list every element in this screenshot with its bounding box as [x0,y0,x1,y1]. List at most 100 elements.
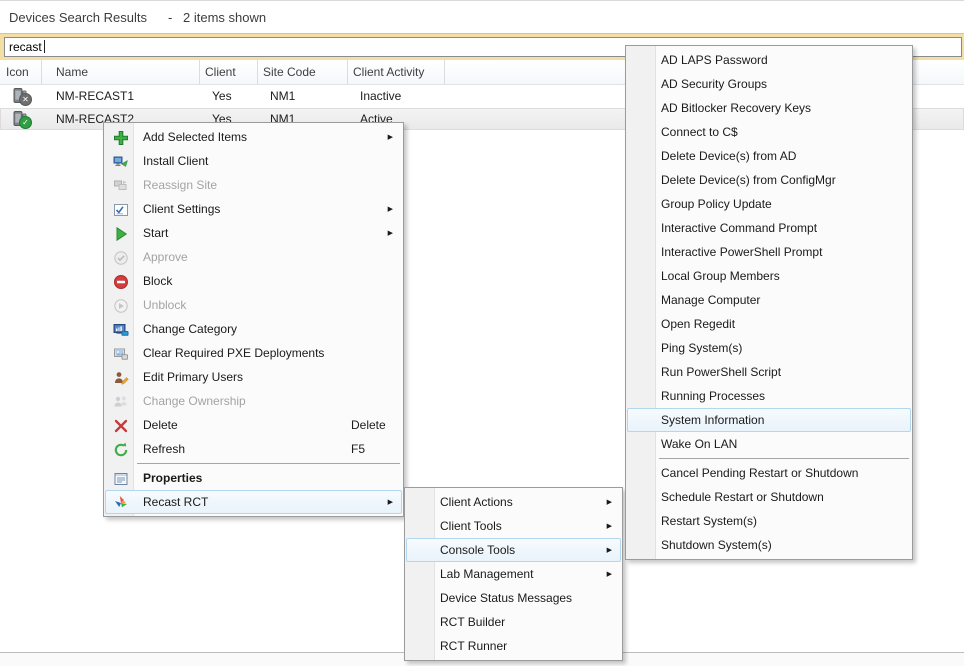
cell-site-code: NM1 [258,85,348,107]
menu-item-console-tools[interactable]: Console Tools▶ [406,538,621,562]
menu-item-label: Device Status Messages [440,591,572,605]
recast-rct-submenu: Client Actions▶Client Tools▶Console Tool… [404,487,623,661]
menu-item-block[interactable]: Block [105,269,402,293]
menu-item-label: AD LAPS Password [661,53,768,67]
column-header-name[interactable]: Name [42,60,200,84]
column-header-client-activity[interactable]: Client Activity [348,60,445,84]
submenu-arrow-icon: ▶ [388,498,393,506]
menu-item-label: Delete [143,418,178,432]
menu-item-schedule-restart-or-shutdown[interactable]: Schedule Restart or Shutdown [627,485,911,509]
menu-item-delete[interactable]: Delete Delete [105,413,402,437]
column-header-client[interactable]: Client [200,60,258,84]
change-ownership-icon [113,394,129,410]
device-active-icon: ✓ [11,110,31,128]
menu-item-label: Client Actions [440,495,513,509]
menu-item-add-selected-items[interactable]: Add Selected Items ▶ [105,125,402,149]
cell-name: NM-RECAST1 [42,85,200,107]
menu-item-manage-computer[interactable]: Manage Computer [627,288,911,312]
menu-item-open-regedit[interactable]: Open Regedit [627,312,911,336]
menu-item-edit-primary-users[interactable]: Edit Primary Users [105,365,402,389]
console-tools-submenu: AD LAPS Password AD Security GroupsAD Bit… [625,45,913,560]
menu-item-rct-runner[interactable]: RCT Runner [406,634,621,658]
menu-item-device-status-messages[interactable]: Device Status Messages [406,586,621,610]
menu-item-label: RCT Runner [440,639,507,653]
reassign-site-icon [113,178,129,194]
menu-item-rct-builder[interactable]: RCT Builder [406,610,621,634]
menu-item-restart-system-s[interactable]: Restart System(s) [627,509,911,533]
menu-item-change-category[interactable]: Change Category [105,317,402,341]
menu-item-label: Recast RCT [143,495,208,509]
menu-item-label: Unblock [143,298,186,312]
menu-item-system-information[interactable]: System Information [627,408,911,432]
menu-item-label: Client Settings [143,202,220,216]
menu-item-shutdown-system-s[interactable]: Shutdown System(s) [627,533,911,557]
submenu-arrow-icon: ▶ [607,570,612,578]
client-settings-icon [113,202,129,218]
menu-item-ad-laps-password[interactable]: AD LAPS Password [627,48,911,72]
menu-item-label: Local Group Members [661,269,780,283]
status-x-badge: ✕ [19,93,32,106]
menu-item-label: Manage Computer [661,293,760,307]
menu-item-lab-management[interactable]: Lab Management ▶ [406,562,621,586]
menu-item-shortcut: Delete [351,418,386,432]
menu-item-local-group-members[interactable]: Local Group Members [627,264,911,288]
menu-separator [137,463,400,464]
menu-item-label: Run PowerShell Script [661,365,781,379]
menu-item-label: Change Ownership [143,394,246,408]
menu-item-client-settings[interactable]: Client Settings ▶ [105,197,402,221]
menu-item-ad-bitlocker-recovery-keys[interactable]: AD Bitlocker Recovery Keys [627,96,911,120]
recast-rct-icon [113,495,129,511]
menu-item-delete-device-s-from-configmgr[interactable]: Delete Device(s) from ConfigMgr [627,168,911,192]
column-header-site-code[interactable]: Site Code [258,60,348,84]
menu-item-label: Schedule Restart or Shutdown [661,490,824,504]
menu-item-client-tools[interactable]: Client Tools▶ [406,514,621,538]
edit-primary-users-icon [113,370,129,386]
menu-item-label: Open Regedit [661,317,735,331]
menu-item-label: Properties [143,471,202,485]
menu-item-cancel-pending-restart-or-shutdown[interactable]: Cancel Pending Restart or Shutdown [627,461,911,485]
column-header-icon[interactable]: Icon [0,60,42,84]
text-caret [44,40,45,53]
menu-item-client-actions[interactable]: Client Actions▶ [406,490,621,514]
clear-pxe-icon [113,346,129,362]
title-separator: - [168,10,172,25]
menu-item-run-powershell-script[interactable]: Run PowerShell Script [627,360,911,384]
menu-item-label: Shutdown System(s) [661,538,772,552]
menu-item-group-policy-update[interactable]: Group Policy Update [627,192,911,216]
menu-item-label: Clear Required PXE Deployments [143,346,324,360]
submenu-arrow-icon: ▶ [388,205,393,213]
menu-item-properties[interactable]: Properties [105,466,402,490]
menu-item-reassign-site: Reassign Site [105,173,402,197]
menu-item-interactive-command-prompt[interactable]: Interactive Command Prompt [627,216,911,240]
submenu-arrow-icon: ▶ [607,546,612,554]
submenu-arrow-icon: ▶ [388,133,393,141]
menu-item-install-client[interactable]: Install Client [105,149,402,173]
menu-item-label: Edit Primary Users [143,370,243,384]
menu-item-ad-security-groups[interactable]: AD Security Groups [627,72,911,96]
menu-item-label: Approve [143,250,188,264]
menu-item-label: Delete Device(s) from ConfigMgr [661,173,836,187]
menu-item-label: Add Selected Items [143,130,247,144]
menu-item-delete-device-s-from-ad[interactable]: Delete Device(s) from AD [627,144,911,168]
menu-item-label: System Information [661,413,764,427]
menu-item-label: Ping System(s) [661,341,742,355]
start-icon [113,226,129,242]
menu-item-connect-to-c[interactable]: Connect to C$ [627,120,911,144]
menu-item-clear-required-pxe-deployments[interactable]: Clear Required PXE Deployments [105,341,402,365]
change-category-icon [113,322,129,338]
menu-item-start[interactable]: Start▶ [105,221,402,245]
menu-item-label: Lab Management [440,567,533,581]
menu-item-running-processes[interactable]: Running Processes [627,384,911,408]
menu-item-label: Wake On LAN [661,437,737,451]
menu-item-recast-rct[interactable]: Recast RCT ▶ [105,490,402,514]
submenu-arrow-icon: ▶ [607,522,612,530]
unblock-icon [113,298,129,314]
submenu-arrow-icon: ▶ [388,229,393,237]
menu-item-wake-on-lan[interactable]: Wake On LAN [627,432,911,456]
menu-item-shortcut: F5 [351,442,365,456]
menu-item-ping-system-s[interactable]: Ping System(s) [627,336,911,360]
menu-item-label: Install Client [143,154,208,168]
menu-item-interactive-powershell-prompt[interactable]: Interactive PowerShell Prompt [627,240,911,264]
menu-item-refresh[interactable]: RefreshF5 [105,437,402,461]
menu-item-label: Cancel Pending Restart or Shutdown [661,466,858,480]
